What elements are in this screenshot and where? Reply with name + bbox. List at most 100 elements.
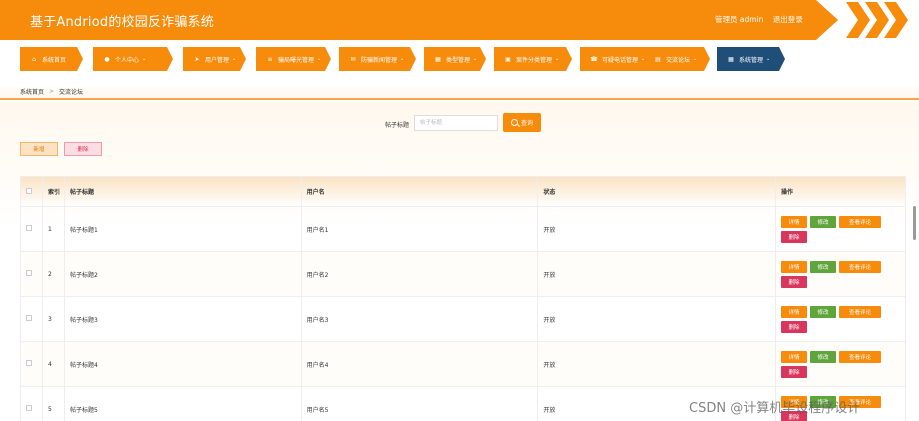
- detail-button[interactable]: 详情: [780, 260, 807, 273]
- detail-button[interactable]: 详情: [780, 350, 807, 363]
- nav-item-type-management[interactable]: ▦ 类型管理 ⌄: [424, 47, 486, 71]
- delete-button[interactable]: 删除: [780, 320, 807, 333]
- breadcrumb-home[interactable]: 系统首页: [20, 87, 44, 96]
- user-icon: ●: [104, 55, 110, 63]
- nav-item-label: 交流论坛: [666, 56, 691, 64]
- nav-item-home[interactable]: ⌂ 系统首页: [20, 47, 83, 71]
- nav-item-label: 防骗新闻管理: [361, 56, 398, 64]
- edit-button[interactable]: 修改: [809, 305, 836, 318]
- delete-button[interactable]: 删除: [780, 275, 807, 288]
- search-button-label: 查询: [520, 120, 533, 127]
- search-button[interactable]: 查询: [503, 113, 541, 132]
- view-comments-button[interactable]: 查看评论: [838, 305, 881, 318]
- scrollbar[interactable]: [913, 206, 916, 240]
- breadcrumb-separator: >: [49, 87, 55, 95]
- folder-icon: ▣: [505, 55, 511, 63]
- chevron-down-icon: ⌄: [142, 56, 147, 62]
- cell-username: 用户名3: [300, 296, 539, 342]
- select-all-header[interactable]: [20, 176, 43, 207]
- table-row: 1 帖子标题1 用户名1 开放 详情 修改 查看评论 删除: [20, 206, 907, 252]
- detail-button[interactable]: 详情: [780, 305, 807, 318]
- cell-title: 帖子标题3: [63, 296, 302, 342]
- logout-link[interactable]: 退出登录: [773, 15, 803, 24]
- edit-button[interactable]: 修改: [809, 215, 836, 228]
- row-checkbox[interactable]: [26, 225, 32, 231]
- edit-button[interactable]: 修改: [809, 260, 836, 273]
- breadcrumb-current: 交流论坛: [59, 88, 84, 96]
- cell-status: 开放: [537, 296, 776, 342]
- nav-item-label: 案件分类管理: [516, 56, 553, 64]
- chevrons-decoration-icon: [846, 2, 908, 38]
- nav-item-fraud-news[interactable]: ✉ 防骗新闻管理 ⌄: [339, 47, 416, 71]
- chevron-down-icon: ⌄: [232, 56, 237, 62]
- grid-icon: ▦: [435, 55, 441, 63]
- chevron-down-icon: ⌄: [400, 56, 405, 62]
- search-input[interactable]: [414, 115, 498, 131]
- cell-title: 帖子标题5: [63, 386, 302, 421]
- view-comments-button[interactable]: 查看评论: [838, 260, 881, 273]
- column-header-username: 用户名: [300, 176, 539, 207]
- delete-button[interactable]: 删除: [780, 230, 807, 243]
- main-nav: ⌂ 系统首页 ● 个人中心 ⌄ ➤ 用户管理 ⌄ ≡ 骗局曝光管理 ⌄ ✉ 防骗…: [20, 47, 900, 71]
- send-icon: ➤: [194, 55, 200, 63]
- app-title: 基于Andriod的校园反诈骗系统: [30, 15, 214, 30]
- column-header-ops: 操作: [774, 176, 907, 207]
- nav-item-label: 系统首页: [42, 56, 67, 64]
- breadcrumb: 系统首页 > 交流论坛: [0, 84, 919, 100]
- chevron-down-icon: ⌄: [766, 56, 771, 62]
- add-button[interactable]: 新增: [20, 142, 58, 156]
- comment-icon: ☎: [590, 55, 598, 63]
- mail-icon: ✉: [350, 55, 356, 63]
- edit-button[interactable]: 修改: [809, 350, 836, 363]
- chevron-down-icon: ⌄: [555, 56, 560, 62]
- chevron-down-icon: ⌄: [473, 56, 478, 62]
- nav-item-personal-center[interactable]: ● 个人中心 ⌄: [93, 47, 173, 71]
- grid-icon: ▦: [728, 55, 734, 63]
- nav-item-label: 系统管理: [739, 56, 764, 64]
- view-comments-button[interactable]: 查看评论: [838, 215, 881, 228]
- row-checkbox[interactable]: [26, 360, 32, 366]
- table-row: 3 帖子标题3 用户名3 开放 详情 修改 查看评论 删除: [20, 296, 907, 342]
- nav-item-system-management[interactable]: ▦ 系统管理 ⌄: [717, 47, 785, 71]
- delete-button[interactable]: 删除: [780, 365, 807, 378]
- forum-table: 索引 帖子标题 用户名 状态 操作 1 帖子标题1 用户名1 开放 详情 修改 …: [20, 176, 907, 421]
- select-all-checkbox[interactable]: [26, 187, 32, 194]
- nav-item-label: 个人中心: [115, 56, 140, 64]
- column-header-status: 状态: [537, 176, 776, 207]
- nav-item-label: 骗局曝光管理: [278, 56, 315, 64]
- chat-icon: ▤: [655, 55, 661, 63]
- admin-label: 管理员 admin: [715, 15, 764, 24]
- cell-status: 开放: [537, 206, 776, 252]
- nav-item-user-management[interactable]: ➤ 用户管理 ⌄: [183, 47, 246, 71]
- home-icon: ⌂: [32, 55, 36, 63]
- watermark: CSDN @计算机毕设程序设计: [689, 401, 861, 416]
- nav-item-label: 可疑电话管理: [602, 56, 639, 64]
- row-checkbox[interactable]: [26, 270, 32, 276]
- detail-button[interactable]: 详情: [780, 215, 807, 228]
- cell-username: 用户名5: [300, 386, 539, 421]
- document-icon: ≡: [267, 55, 273, 63]
- cell-username: 用户名2: [300, 251, 539, 297]
- search-label: 帖子标题: [385, 122, 410, 129]
- cell-status: 开放: [537, 341, 776, 387]
- batch-delete-button[interactable]: 删除: [64, 142, 102, 156]
- nav-item-forum[interactable]: ▤ 交流论坛 ⌄: [644, 47, 710, 71]
- nav-item-label: 用户管理: [205, 56, 230, 64]
- view-comments-button[interactable]: 查看评论: [838, 350, 881, 363]
- search-icon: [510, 119, 518, 126]
- nav-item-case-category[interactable]: ▣ 案件分类管理 ⌄: [494, 47, 572, 71]
- header: 基于Andriod的校园反诈骗系统 管理员 admin 退出登录: [0, 0, 919, 42]
- user-area: 管理员 admin 退出登录: [715, 14, 810, 25]
- row-checkbox[interactable]: [26, 315, 32, 321]
- cell-index: 2: [41, 251, 65, 297]
- row-checkbox[interactable]: [26, 405, 32, 411]
- cell-title: 帖子标题2: [63, 251, 302, 297]
- chevron-down-icon: ⌄: [317, 56, 322, 62]
- cell-username: 用户名1: [300, 206, 539, 252]
- cell-username: 用户名4: [300, 341, 539, 387]
- cell-index: 5: [41, 386, 65, 421]
- table-header-row: 索引 帖子标题 用户名 状态 操作: [20, 176, 907, 207]
- nav-item-scam-exposure[interactable]: ≡ 骗局曝光管理 ⌄: [256, 47, 331, 71]
- cell-title: 帖子标题1: [63, 206, 302, 252]
- nav-item-label: 类型管理: [446, 56, 471, 64]
